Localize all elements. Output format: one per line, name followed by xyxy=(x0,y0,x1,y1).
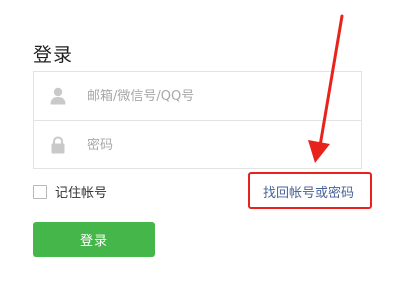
login-button[interactable]: 登录 xyxy=(33,222,155,257)
annotation-arrow-icon xyxy=(308,14,344,163)
